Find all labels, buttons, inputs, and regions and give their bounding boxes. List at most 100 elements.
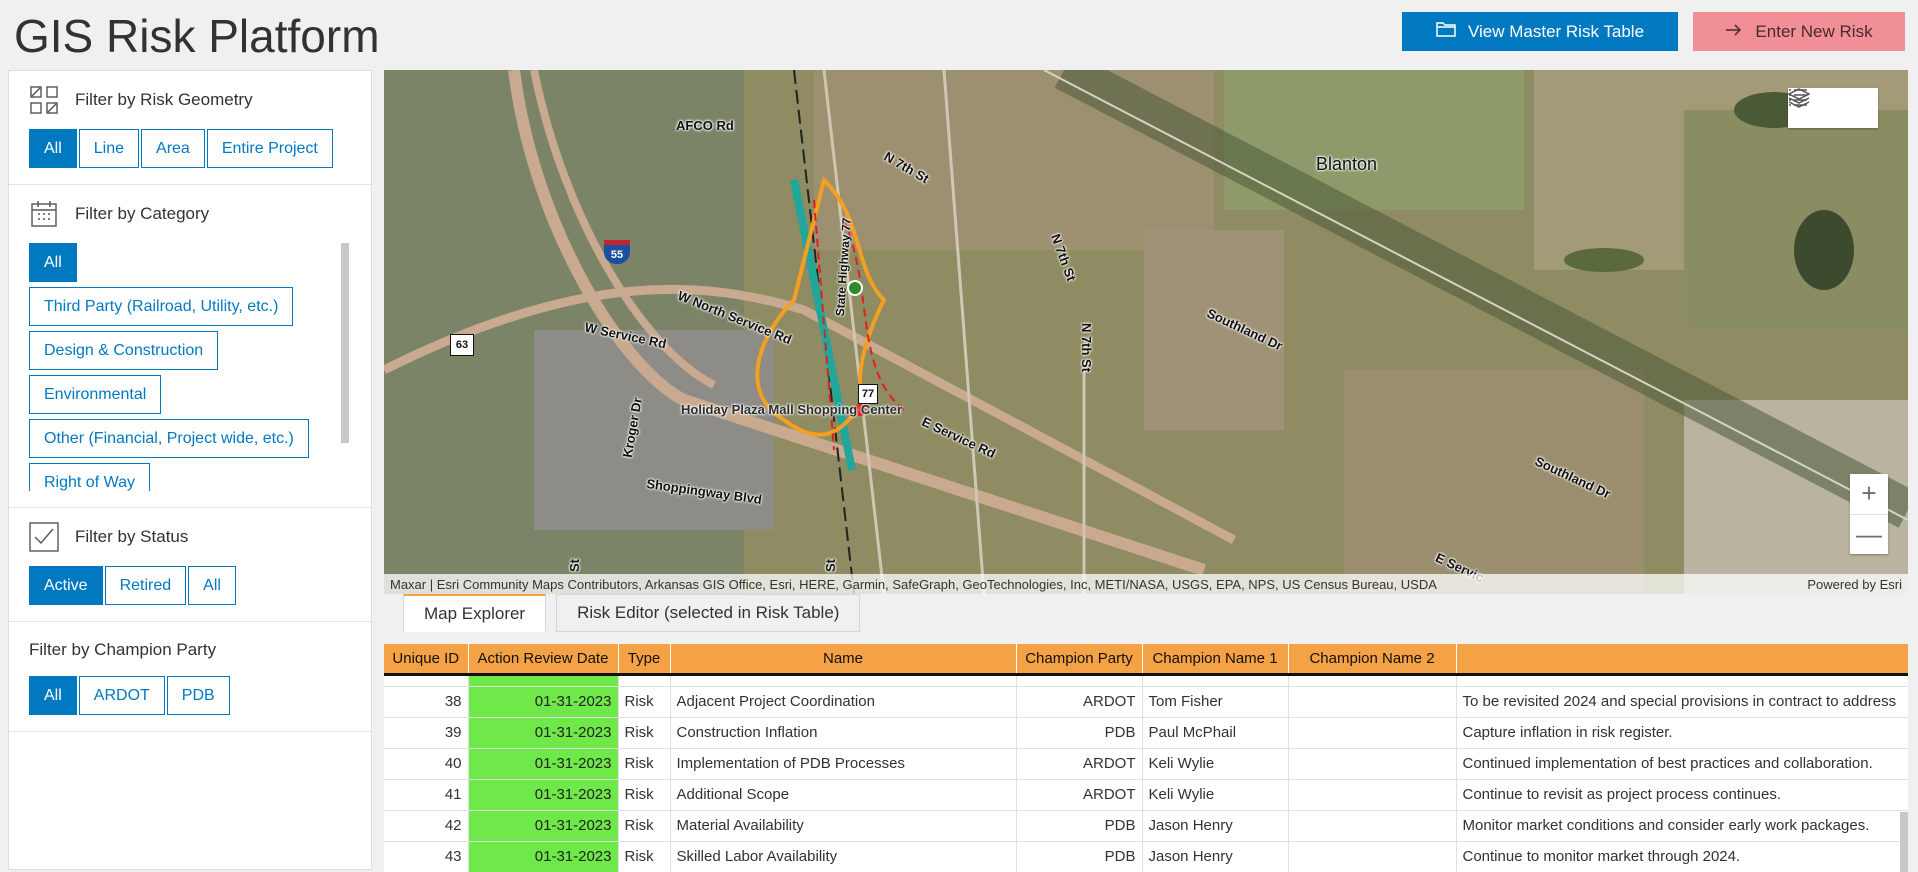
table-row[interactable]: 42 01-31-2023 Risk Material Availability PDB… <box>384 810 1908 842</box>
geometry-option-area[interactable]: Area <box>141 129 205 168</box>
label-st-2: St <box>823 559 838 572</box>
cell-date: 01-31-2023 <box>468 748 619 780</box>
status-filter: Filter by Status Active Retired All <box>9 508 371 622</box>
cell-date: 01-31-2023 <box>468 686 619 718</box>
table-row[interactable]: 38 01-31-2023 Risk Adjacent Project Coordin… <box>384 686 1908 718</box>
cell-champion-1: Paul McPhail <box>1142 717 1289 749</box>
map-view[interactable]: AFCO Rd N 7th St Blanton N 7th St N 7th … <box>384 70 1908 594</box>
category-options: All Third Party (Railroad, Utility, etc.… <box>29 243 351 491</box>
geometry-icon <box>29 85 59 115</box>
label-blanton: Blanton <box>1316 154 1378 174</box>
cell-type: Risk <box>618 686 671 718</box>
category-option-third-party[interactable]: Third Party (Railroad, Utility, etc.) <box>29 287 294 326</box>
geometry-filter: Filter by Risk Geometry All Line Area En… <box>9 71 371 185</box>
risk-table: Unique ID Action Review Date Type Name C… <box>384 644 1908 872</box>
category-option-other[interactable]: Other (Financial, Project wide, etc.) <box>29 419 309 458</box>
geometry-option-all[interactable]: All <box>29 129 77 168</box>
cell-type: Risk <box>618 717 671 749</box>
champion-option-all[interactable]: All <box>29 676 77 715</box>
table-scrollbar[interactable] <box>1900 812 1908 872</box>
col-name[interactable]: Name <box>670 644 1017 676</box>
cell-name: Construction Inflation <box>670 717 1017 749</box>
cell-name: Skilled Labor Availability <box>670 841 1017 872</box>
panel-tabs: Map Explorer Risk Editor (selected in Ri… <box>403 594 861 632</box>
col-notes[interactable] <box>1456 644 1908 676</box>
cell-champion-2 <box>1288 748 1457 780</box>
col-champion-name-1[interactable]: Champion Name 1 <box>1142 644 1289 676</box>
cell-date: 01-31-2023 <box>468 779 619 811</box>
status-option-all[interactable]: All <box>188 566 236 605</box>
us-63-shield: 63 <box>450 334 474 356</box>
cell-notes: To be revisited 2024 and special provisi… <box>1456 686 1908 718</box>
cell-date: 01-31-2023 <box>468 717 619 749</box>
cell-champion-2 <box>1288 686 1457 718</box>
col-champion-party[interactable]: Champion Party <box>1016 644 1143 676</box>
category-scrollbar[interactable] <box>341 243 349 443</box>
category-option-right-of-way[interactable]: Right of Way <box>29 463 150 491</box>
cell-type: Risk <box>618 810 671 842</box>
category-option-design-construction[interactable]: Design & Construction <box>29 331 219 370</box>
geometry-option-entire-project[interactable]: Entire Project <box>206 129 333 168</box>
tab-risk-editor[interactable]: Risk Editor (selected in Risk Table) <box>556 594 861 632</box>
folder-icon <box>1436 20 1456 43</box>
cell-champion-1: Jason Henry <box>1142 841 1289 872</box>
cell-name: Adjacent Project Coordination <box>670 686 1017 718</box>
cell-champion-1: Tom Fisher <box>1142 686 1289 718</box>
cell-notes: Continue to revisit as project process c… <box>1456 779 1908 811</box>
powered-by-esri[interactable]: Powered by Esri <box>1807 577 1902 592</box>
table-row[interactable]: 43 01-31-2023 Risk Skilled Labor Availabili… <box>384 841 1908 872</box>
view-master-label: View Master Risk Table <box>1467 21 1645 41</box>
cell-party: ARDOT <box>1016 686 1143 718</box>
zoom-out-button[interactable]: — <box>1850 515 1888 555</box>
zoom-in-button[interactable]: + <box>1850 474 1888 515</box>
cell-champion-2 <box>1288 779 1457 811</box>
status-option-active[interactable]: Active <box>29 566 103 605</box>
cell-name: Additional Scope <box>670 779 1017 811</box>
cell-id: 42 <box>384 810 469 842</box>
cell-champion-1: Keli Wylie <box>1142 748 1289 780</box>
enter-new-risk-button[interactable]: Enter New Risk <box>1693 12 1905 51</box>
col-unique-id[interactable]: Unique ID <box>384 644 469 676</box>
cell-date: 01-31-2023 <box>468 841 619 872</box>
category-option-all[interactable]: All <box>29 243 77 282</box>
table-row[interactable]: 40 01-31-2023 Risk Implementation of PDB Pr… <box>384 748 1908 780</box>
champion-option-pdb[interactable]: PDB <box>166 676 230 715</box>
status-option-retired[interactable]: Retired <box>104 566 187 605</box>
col-champion-name-2[interactable]: Champion Name 2 <box>1288 644 1457 676</box>
category-filter-title: Filter by Category <box>75 204 210 223</box>
label-holiday-plaza: Holiday Plaza Mall Shopping Center <box>681 402 903 417</box>
champion-options: All ARDOT PDB <box>29 676 351 715</box>
label-n7th-st-c: N 7th St <box>1079 322 1095 373</box>
interstate-55-shield: 55 <box>604 240 630 264</box>
cell-party: ARDOT <box>1016 779 1143 811</box>
status-filter-title: Filter by Status <box>75 527 189 546</box>
zoom-control: + — <box>1850 474 1888 554</box>
table-row[interactable]: 41 01-31-2023 Risk Additional Scope ARDOT Kel… <box>384 779 1908 811</box>
category-filter: Filter by Category All Third Party (Rail… <box>9 185 371 508</box>
map-toolbar <box>1788 88 1878 128</box>
champion-filter: Filter by Champion Party All ARDOT PDB <box>9 622 371 732</box>
cell-champion-2 <box>1288 810 1457 842</box>
checkbox-icon <box>29 522 59 552</box>
cell-party: ARDOT <box>1016 748 1143 780</box>
cell-party: PDB <box>1016 810 1143 842</box>
col-action-review-date[interactable]: Action Review Date <box>468 644 619 676</box>
cell-id: 40 <box>384 748 469 780</box>
col-type[interactable]: Type <box>618 644 671 676</box>
cell-date: 01-31-2023 <box>468 810 619 842</box>
label-st-1: St <box>567 559 582 572</box>
status-options: Active Retired All <box>29 566 351 605</box>
cell-notes: Capture inflation in risk register. <box>1456 717 1908 749</box>
cell-id: 43 <box>384 841 469 872</box>
champion-filter-title: Filter by Champion Party <box>29 640 217 659</box>
geometry-option-line[interactable]: Line <box>78 129 140 168</box>
tab-map-explorer[interactable]: Map Explorer <box>403 594 547 632</box>
cell-champion-1: Jason Henry <box>1142 810 1289 842</box>
cell-notes: Monitor market conditions and consider e… <box>1456 810 1908 842</box>
table-row[interactable]: 39 01-31-2023 Risk Construction Inflation PD… <box>384 717 1908 749</box>
cell-notes: Continued implementation of best practic… <box>1456 748 1908 780</box>
category-option-environmental[interactable]: Environmental <box>29 375 162 414</box>
attribution-text: Maxar | Esri Community Maps Contributors… <box>390 576 1437 592</box>
view-master-risk-table-button[interactable]: View Master Risk Table <box>1402 12 1678 51</box>
champion-option-ardot[interactable]: ARDOT <box>78 676 165 715</box>
